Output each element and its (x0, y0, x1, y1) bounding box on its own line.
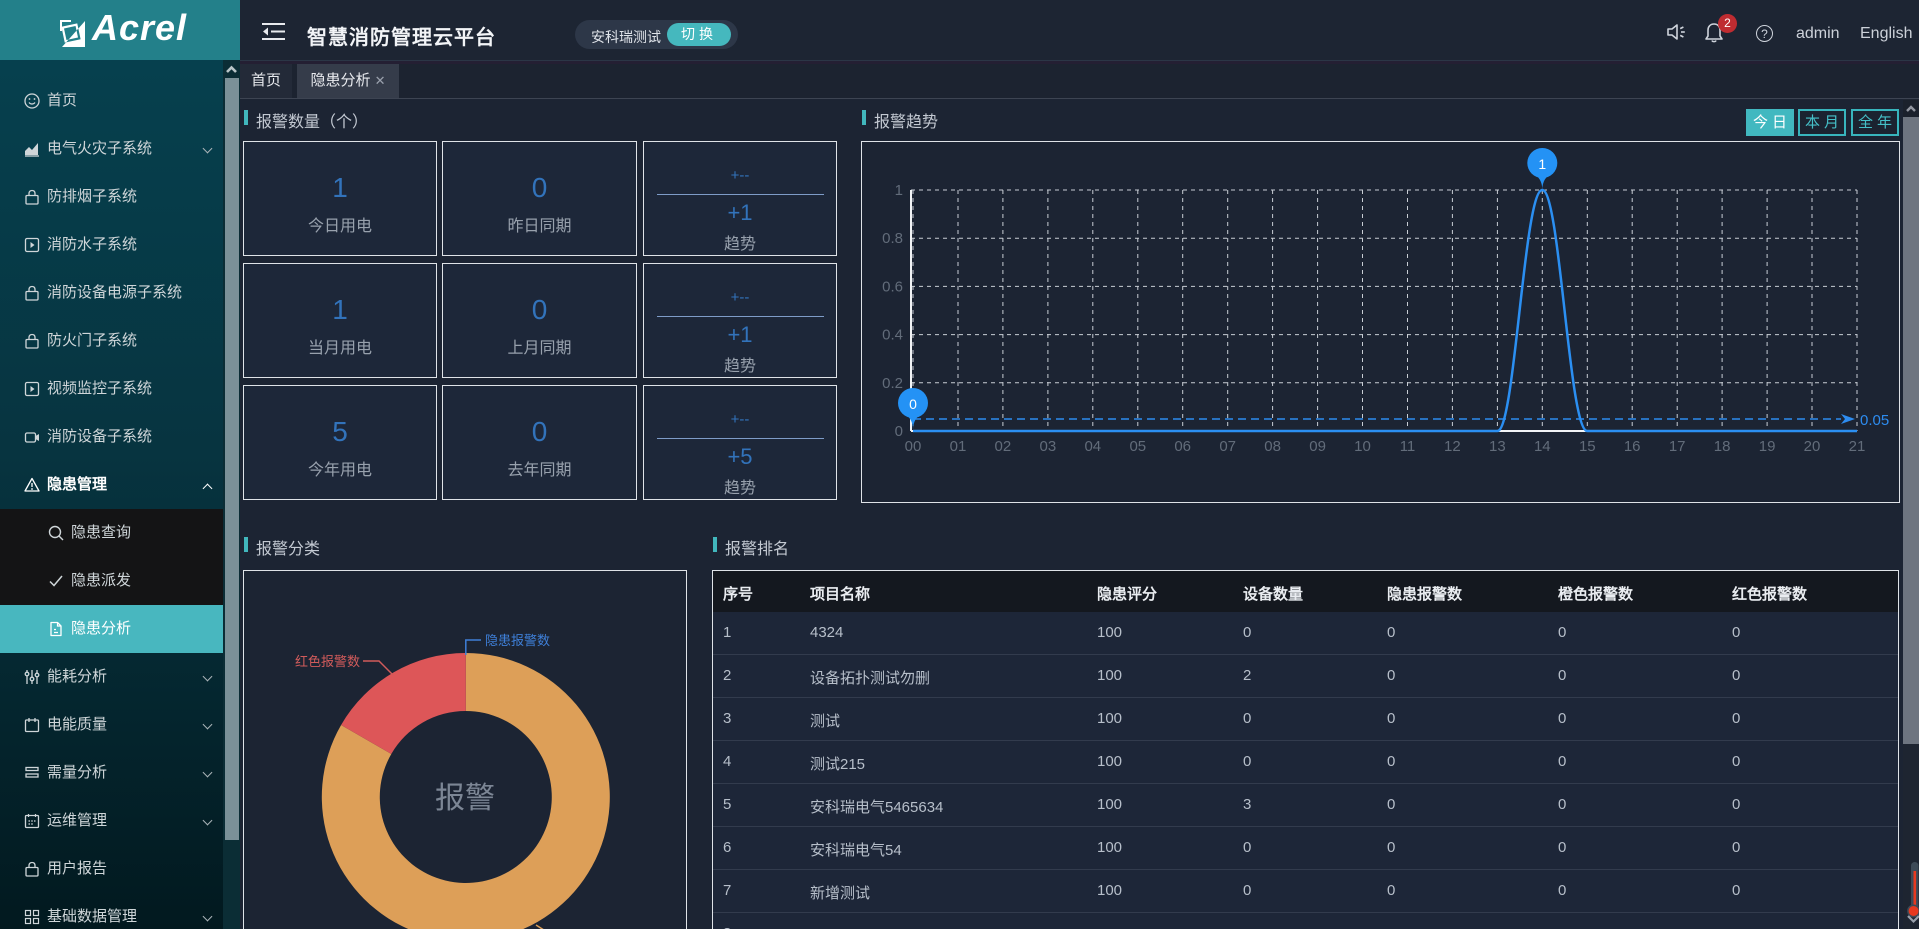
svg-text:报警: 报警 (435, 782, 495, 815)
svg-text:03: 03 (1040, 438, 1057, 455)
svg-text:15: 15 (1579, 438, 1596, 455)
svg-text:01: 01 (950, 438, 967, 455)
svg-text:1: 1 (895, 182, 903, 199)
svg-text:0.05: 0.05 (1860, 412, 1889, 429)
svg-text:16: 16 (1624, 438, 1641, 455)
svg-text:隐患报警数: 隐患报警数 (485, 633, 550, 648)
svg-text:00: 00 (905, 438, 922, 455)
svg-text:12: 12 (1444, 438, 1461, 455)
svg-text:20: 20 (1804, 438, 1821, 455)
svg-text:05: 05 (1129, 438, 1146, 455)
svg-text:04: 04 (1084, 438, 1101, 455)
svg-text:18: 18 (1714, 438, 1731, 455)
svg-text:09: 09 (1309, 438, 1326, 455)
svg-text:07: 07 (1219, 438, 1236, 455)
svg-text:21: 21 (1849, 438, 1866, 455)
svg-text:06: 06 (1174, 438, 1191, 455)
svg-text:0.2: 0.2 (882, 375, 903, 392)
svg-text:02: 02 (995, 438, 1012, 455)
svg-text:0: 0 (909, 396, 917, 412)
svg-text:11: 11 (1400, 438, 1416, 455)
svg-text:10: 10 (1354, 438, 1371, 455)
svg-text:13: 13 (1489, 438, 1506, 455)
svg-text:08: 08 (1264, 438, 1281, 455)
svg-text:0.6: 0.6 (882, 278, 903, 295)
svg-text:14: 14 (1534, 438, 1551, 455)
svg-text:1: 1 (1538, 156, 1546, 172)
svg-text:0.8: 0.8 (882, 230, 903, 247)
svg-text:0.4: 0.4 (882, 327, 903, 344)
svg-text:17: 17 (1669, 438, 1686, 455)
svg-text:0: 0 (895, 423, 903, 440)
svg-text:19: 19 (1759, 438, 1776, 455)
svg-text:红色报警数: 红色报警数 (295, 654, 360, 669)
